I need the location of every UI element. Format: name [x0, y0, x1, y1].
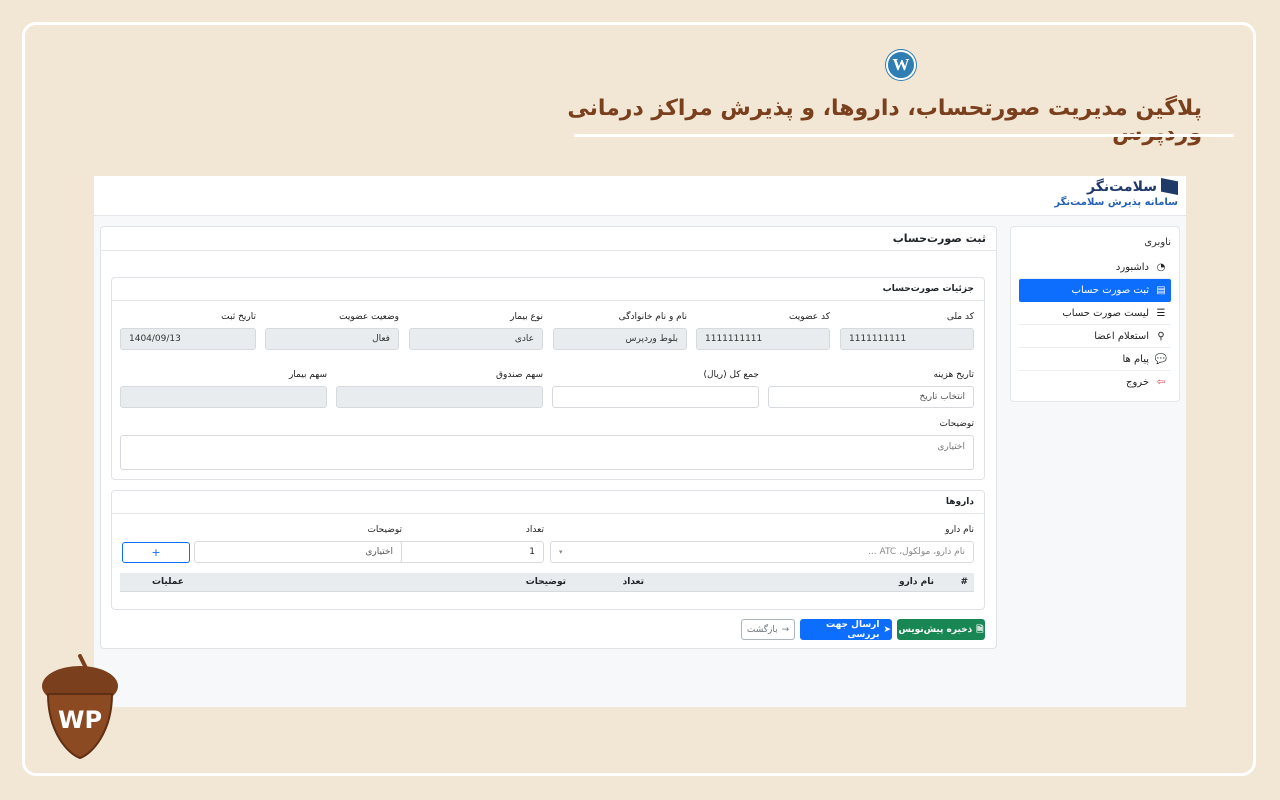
field-label: کد عضویت — [788, 312, 830, 322]
sidebar-item-label: داشبورد — [1115, 261, 1149, 273]
full-name-field: نام و نام خانوادگی بلوط وردپرس — [553, 312, 687, 350]
sidebar-item-label: استعلام اعضا — [1094, 330, 1149, 342]
field-label: تاریخ ثبت — [221, 312, 256, 322]
table-column-drug-name: نام دارو — [899, 577, 934, 587]
sidebar-item-label: لیست صورت حساب — [1062, 307, 1149, 319]
register-date-input: 1404/09/13 — [120, 328, 256, 350]
expense-date-input[interactable]: انتخاب تاریخ — [768, 386, 974, 408]
sidebar-item-label: خروج — [1126, 377, 1149, 388]
patient-share-input — [120, 386, 327, 408]
chat-icon: 💬 — [1154, 353, 1167, 365]
notes-textarea[interactable] — [120, 435, 974, 470]
field-label: توضیحات — [367, 525, 402, 535]
drug-notes-input[interactable]: اختیاری — [194, 541, 402, 563]
national-code-field: کد ملی 1111111111 — [840, 312, 974, 350]
member-code-field: کد عضویت 1111111111 — [696, 312, 830, 350]
patient-type-input: عادی — [409, 328, 543, 350]
acorn-wp-logo-icon: WP — [42, 654, 118, 760]
send-review-label: ارسال جهت بررسی — [826, 619, 880, 640]
field-label: کد ملی — [946, 312, 974, 322]
total-field: جمع کل (ریال) — [552, 370, 759, 408]
total-input[interactable] — [552, 386, 759, 408]
add-drug-button[interactable]: + — [122, 542, 190, 563]
drug-name-field: نام دارو نام دارو، مولکول، ATC ... ▾ — [550, 525, 974, 563]
back-button[interactable]: → بازگشت — [741, 619, 795, 640]
national-code-input: 1111111111 — [840, 328, 974, 350]
patient-type-field: نوع بیمار عادی — [409, 312, 543, 350]
brand-logo: سلامت‌نگر — [1054, 178, 1178, 195]
field-label: نام دارو — [945, 525, 974, 535]
drug-name-placeholder: نام دارو، مولکول، ATC ... — [868, 547, 965, 557]
drug-name-select[interactable]: نام دارو، مولکول، ATC ... ▾ — [550, 541, 974, 563]
table-column-count: تعداد — [622, 577, 644, 587]
invoice-details-section: جزئیات صورت‌حساب کد ملی 1111111111 کد عض… — [111, 277, 985, 480]
drugs-section: داروها نام دارو نام دارو، مولکول، ATC ..… — [111, 490, 985, 610]
drug-count-field: تعداد 1 — [390, 525, 544, 563]
brand-name: سلامت‌نگر — [1087, 178, 1157, 195]
sidebar-title: ناوبری — [1144, 237, 1171, 248]
brand-mark-icon — [1161, 178, 1178, 195]
field-label: سهم صندوق — [496, 370, 543, 380]
membership-status-input: فعال — [265, 328, 399, 350]
section-title: جزئیات صورت‌حساب — [112, 278, 984, 301]
section-title: داروها — [112, 491, 984, 514]
field-label: نوع بیمار — [510, 312, 543, 322]
search-icon: ⚲ — [1157, 330, 1165, 342]
table-column-notes: توضیحات — [525, 577, 566, 587]
field-label: تعداد — [525, 525, 544, 535]
save-icon: 🗎 — [976, 624, 984, 635]
field-label: نام و نام خانوادگی — [618, 312, 687, 322]
wordpress-logo-icon: W — [886, 50, 916, 80]
drug-notes-field: توضیحات اختیاری — [194, 525, 402, 563]
field-label: توضیحات — [939, 419, 974, 429]
field-label: وضعیت عضویت — [339, 312, 399, 322]
page-title: ثبت صورت‌حساب — [101, 227, 996, 251]
sidebar-item-invoice-list[interactable]: ☰ لیست صورت حساب — [1019, 302, 1171, 325]
table-column-index: # — [960, 577, 968, 587]
member-code-input: 1111111111 — [696, 328, 830, 350]
sidebar-item-messages[interactable]: 💬 پیام ها — [1019, 348, 1171, 371]
membership-status-field: وضعیت عضویت فعال — [265, 312, 399, 350]
sidebar-item-member-inquiry[interactable]: ⚲ استعلام اعضا — [1019, 325, 1171, 348]
sidebar-item-label: ثبت صورت حساب — [1071, 285, 1149, 296]
field-label: تاریخ هزینه — [933, 370, 974, 380]
sidebar-item-dashboard[interactable]: ◔ داشبورد — [1019, 256, 1171, 279]
list-icon: ☰ — [1156, 307, 1166, 319]
fund-share-input — [336, 386, 543, 408]
field-label: جمع کل (ریال) — [703, 370, 759, 380]
save-draft-label: ذخیره پیش‌نویس — [898, 624, 973, 635]
brand[interactable]: سلامت‌نگر سامانه پذیرش سلامت‌نگر — [1054, 178, 1178, 208]
sidebar-item-label: پیام ها — [1122, 353, 1149, 365]
send-icon: ➤ — [883, 624, 891, 635]
promo-title: پلاگین مدیریت صورتحساب، داروها، و پذیرش … — [567, 96, 1202, 146]
sidebar-item-logout[interactable]: ⇦ خروج — [1019, 371, 1171, 394]
promo-divider — [574, 134, 1234, 137]
file-icon: ▤ — [1156, 285, 1166, 296]
fund-share-field: سهم صندوق — [336, 370, 543, 408]
app-window: سلامت‌نگر سامانه پذیرش سلامت‌نگر ناوبری … — [94, 176, 1186, 707]
acorn-badge-text: WP — [58, 706, 102, 734]
main-card: ثبت صورت‌حساب جزئیات صورت‌حساب کد ملی 11… — [100, 226, 997, 649]
field-label: سهم بیمار — [288, 370, 327, 380]
notes-field: توضیحات — [120, 419, 974, 470]
drugs-table-header: # نام دارو تعداد توضیحات عملیات — [120, 573, 974, 592]
chevron-down-icon: ▾ — [559, 548, 563, 556]
dashboard-icon: ◔ — [1156, 261, 1166, 273]
brand-subtitle: سامانه پذیرش سلامت‌نگر — [1054, 197, 1178, 208]
arrow-right-icon: → — [781, 624, 790, 635]
logout-icon: ⇦ — [1156, 377, 1166, 388]
topbar: سلامت‌نگر سامانه پذیرش سلامت‌نگر — [94, 176, 1186, 216]
expense-date-field: تاریخ هزینه انتخاب تاریخ — [768, 370, 974, 408]
save-draft-button[interactable]: 🗎 ذخیره پیش‌نویس — [897, 619, 985, 640]
sidebar-item-register-invoice[interactable]: ▤ ثبت صورت حساب — [1019, 279, 1171, 302]
sidebar: ناوبری ◔ داشبورد ▤ ثبت صورت حساب ☰ لیست … — [1010, 226, 1180, 402]
back-label: بازگشت — [746, 624, 778, 635]
send-review-button[interactable]: ➤ ارسال جهت بررسی — [800, 619, 892, 640]
register-date-field: تاریخ ثبت 1404/09/13 — [120, 312, 256, 350]
table-column-actions: عملیات — [152, 577, 184, 587]
full-name-input: بلوط وردپرس — [553, 328, 687, 350]
patient-share-field: سهم بیمار — [120, 370, 327, 408]
drug-count-input[interactable]: 1 — [390, 541, 544, 563]
